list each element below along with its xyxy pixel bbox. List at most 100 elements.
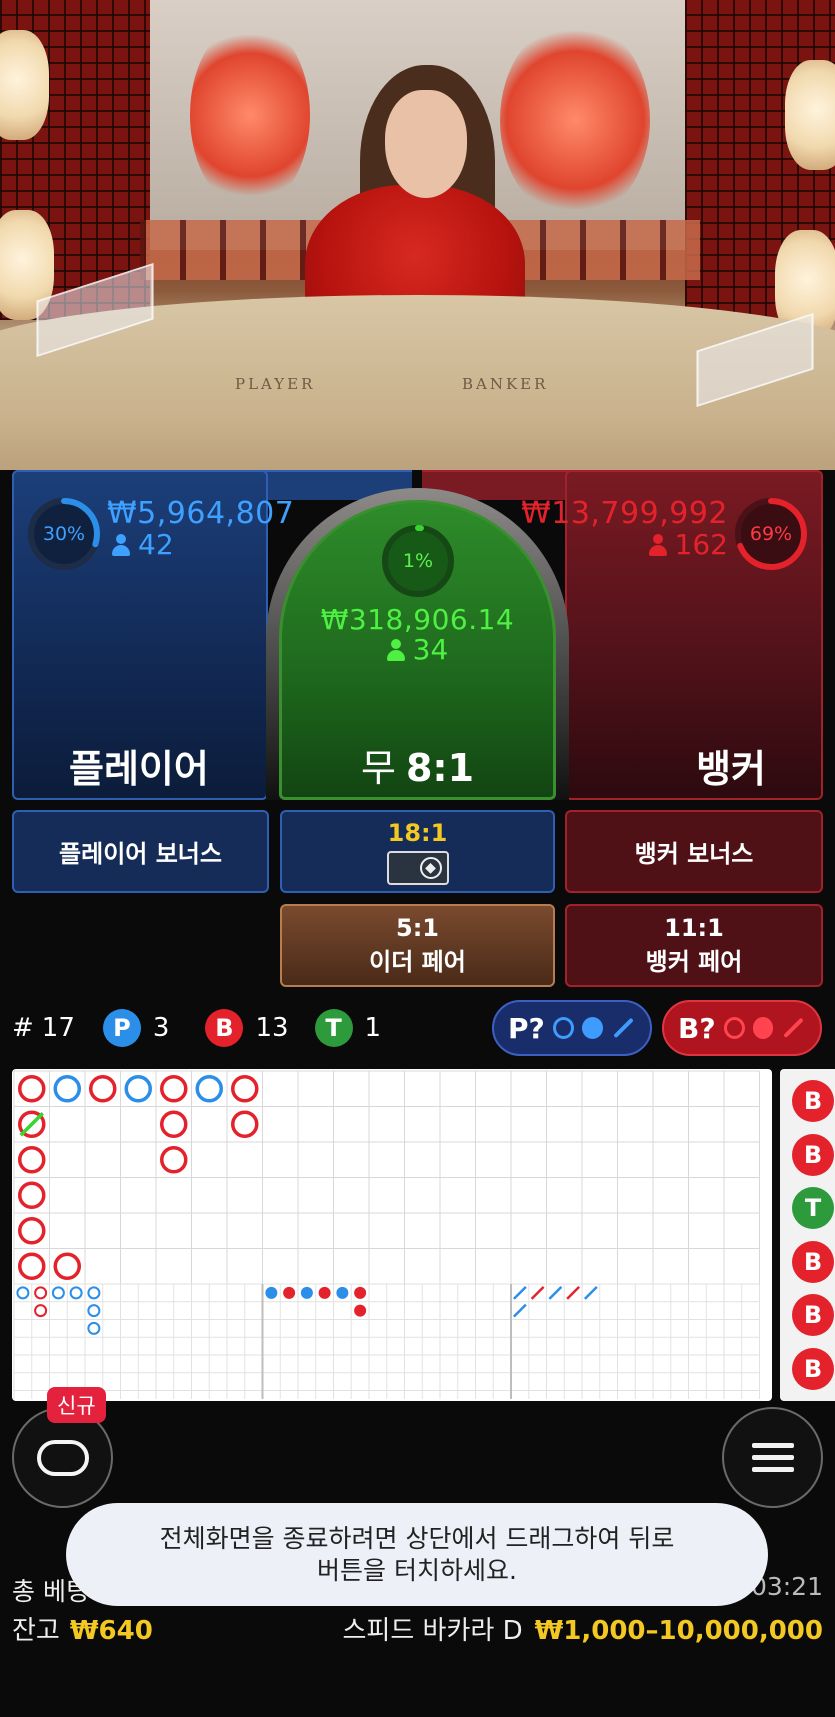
ring-icon [552,1017,575,1039]
table-player-text: PLAYER [235,375,316,393]
slash-icon [783,1017,804,1039]
cockroach-mark [548,1285,563,1300]
new-badge: 신규 [47,1387,106,1423]
banker-label: 뱅커 [696,747,766,791]
small-road-mark [354,1286,367,1299]
dragon-bonus-button[interactable]: 18:1 ◆ [280,810,555,893]
bet-limits: ₩1,000–10,000,000 [534,1616,823,1646]
tie-label: 무 8:1 [282,737,553,792]
target-icon: ◆ [419,856,442,879]
player-bonus-label: 플레이어 보너스 [59,840,222,868]
small-road-mark [336,1286,349,1299]
dot-icon [752,1017,774,1039]
bead-banker: B [792,1294,834,1336]
bead-tie: T [792,1187,834,1229]
bead-road-column[interactable]: BBTBBB [780,1069,835,1401]
banker-total-amount: ₩13,799,992 [521,496,728,531]
tie-label-main: 무 [360,746,396,790]
tie-badge: T [314,1009,353,1047]
banker-predict-button[interactable]: B? [662,1000,822,1056]
person-icon [112,533,130,556]
banker-bet-area[interactable]: ₩13,799,992 162 69% 뱅커 [521,470,823,800]
menu-icon-line [751,1455,794,1460]
tie-percent-ring: 1% [380,523,456,599]
banker-pair-odds: 11:1 [664,914,724,942]
big-road-mark [195,1075,223,1103]
banker-bettor-count-value: 162 [674,528,728,561]
banker-bonus-label: 뱅커 보너스 [634,840,754,868]
player-bet-area[interactable]: 30% ₩5,964,807 42 플레이어 [12,470,294,800]
toast-line-1: 전체화면을 종료하려면 상단에서 드래그하여 뒤로 [159,1523,675,1553]
banker-percent-ring: 69% [733,496,809,572]
big-road-mark [124,1075,152,1103]
tie-bettor-count-value: 34 [412,633,449,666]
player-total-amount: ₩5,964,807 [107,496,295,531]
player-label: 플레이어 [69,747,209,791]
player-predict-label: P? [508,1011,545,1045]
roads-svg [13,1070,760,1399]
banker-pair-button[interactable]: 11:1 뱅커 페어 [565,904,823,987]
big-road-mark [18,1217,46,1245]
player-predict-button[interactable]: P? [492,1000,652,1056]
menu-icon-line [751,1467,794,1472]
balance-label: 잔고 [12,1616,60,1646]
player-bonus-button[interactable]: 플레이어 보너스 [12,810,269,893]
tie-total-amount: ₩318,906.14 [320,603,515,636]
big-road-mark [160,1075,188,1103]
fullscreen-toast: 전체화면을 종료하려면 상단에서 드래그하여 뒤로 버튼을 터치하세요. [66,1503,768,1606]
big-road-mark [89,1075,117,1103]
blossom-right [500,20,650,220]
bead-banker: B [792,1080,834,1122]
big-road-mark [231,1075,259,1103]
blossom-left [190,20,310,210]
app: PLAYER BANKER 30% ₩5,964,807 42 플레이어 ₩13… [0,0,835,1717]
big-road-mark [18,1146,46,1174]
dragon-odds: 18:1 [387,818,448,847]
tie-count: 1 [364,1013,382,1043]
big-eye-mark [51,1286,65,1300]
banker-win-count: 13 [255,1013,289,1043]
banker-percent: 69% [749,523,793,545]
tie-bet-area[interactable]: 1% ₩318,906.14 34 무 8:1 [279,500,556,800]
player-win-count: 3 [152,1013,170,1043]
player-bettor-count: 42 [112,528,174,561]
big-eye-mark [87,1321,101,1335]
bead-banker: B [792,1133,834,1176]
player-bettor-count-value: 42 [138,528,174,561]
banker-bonus-button[interactable]: 뱅커 보너스 [565,810,823,893]
lantern-left-icon [0,30,49,140]
big-eye-mark [16,1286,30,1300]
scoreboard-roads[interactable] [12,1069,772,1401]
either-pair-odds: 5:1 [396,914,439,942]
menu-button[interactable] [722,1407,823,1508]
player-win-badge: P [102,1009,141,1047]
banker-pair-label: 뱅커 페어 [645,948,743,976]
either-pair-button[interactable]: 5:1 이더 페어 [280,904,555,987]
small-road-mark [265,1286,278,1299]
cockroach-mark [530,1285,545,1300]
ring-icon [723,1017,745,1039]
small-road-mark [300,1286,313,1299]
big-eye-mark [34,1286,48,1300]
tie-percent: 1% [402,550,434,572]
small-road-mark [318,1286,331,1299]
menu-icon-line [751,1443,794,1448]
table-info: 스피드 바카라 D ₩1,000–10,000,000 [343,1610,823,1647]
banker-predict-label: B? [678,1011,716,1045]
big-road-mark [231,1110,259,1138]
bead-banker: B [792,1347,834,1390]
big-eye-mark [87,1286,101,1300]
big-eye-mark [69,1286,83,1300]
tie-bettor-count: 34 [282,633,553,666]
banker-bettor-count: 162 [648,528,728,561]
big-road-mark [160,1110,188,1138]
lantern-right-icon [785,60,835,170]
chat-icon [36,1439,89,1476]
either-pair-label: 이더 페어 [369,948,466,976]
player-percent: 30% [42,523,86,545]
dealer-face [385,90,467,198]
person-icon [386,638,405,661]
toast-line-2: 버튼을 터치하세요. [317,1555,517,1585]
big-road-mark [53,1075,81,1103]
cockroach-mark [566,1285,581,1300]
